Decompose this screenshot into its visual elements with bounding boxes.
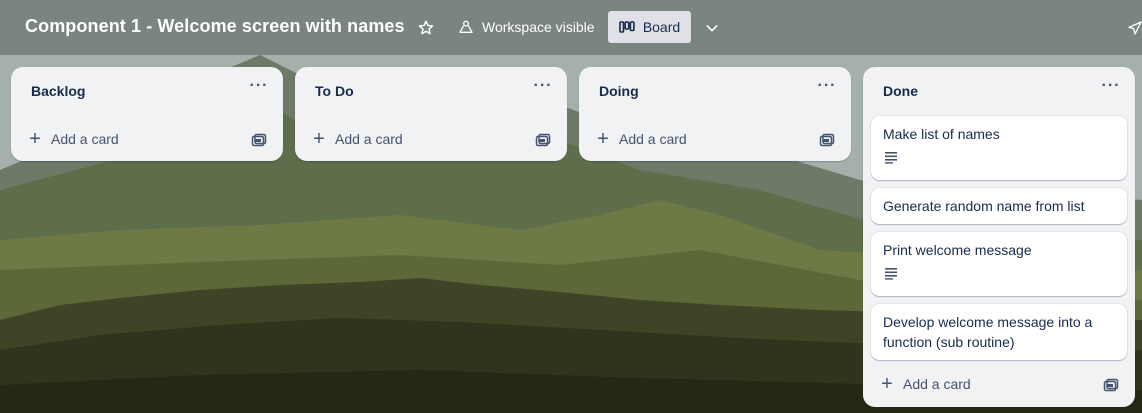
list-backlog: Backlog ··· + Add a card <box>11 67 283 161</box>
card-title: Make list of names <box>883 126 1000 142</box>
description-icon <box>885 152 897 164</box>
view-switcher-button[interactable] <box>700 16 724 40</box>
list-todo: To Do ··· + Add a card <box>295 67 567 161</box>
add-card-label: Add a card <box>51 131 119 147</box>
visibility-button[interactable]: Workspace visible <box>452 12 601 42</box>
board-title[interactable]: Component 1 - Welcome screen with names <box>25 16 405 37</box>
plus-icon: + <box>881 373 893 395</box>
card-template-icon[interactable] <box>819 133 835 149</box>
card-item[interactable]: Print welcome message <box>871 232 1127 296</box>
plus-icon: + <box>29 128 41 150</box>
board-view-icon <box>619 21 635 33</box>
board-header: Component 1 - Welcome screen with names … <box>0 0 1142 55</box>
add-card-button[interactable]: + Add a card <box>311 128 403 150</box>
plus-icon: + <box>597 128 609 150</box>
star-button[interactable] <box>414 16 438 40</box>
star-icon <box>418 20 434 35</box>
list-menu-button[interactable]: ··· <box>249 78 269 99</box>
list-title[interactable]: To Do <box>315 83 354 99</box>
card-template-icon[interactable] <box>1103 378 1119 394</box>
list-done: Done ··· Make list of names Generate ran… <box>863 67 1135 407</box>
card-item[interactable]: Make list of names <box>871 116 1127 180</box>
share-button[interactable] <box>1124 17 1142 39</box>
card-item[interactable]: Develop welcome message into a function … <box>871 304 1127 360</box>
add-card-label: Add a card <box>335 131 403 147</box>
card-title: Print welcome message <box>883 242 1032 258</box>
list-menu-button[interactable]: ··· <box>817 78 837 99</box>
card-template-icon[interactable] <box>251 133 267 149</box>
list-menu-button[interactable]: ··· <box>533 78 553 99</box>
list-doing: Doing ··· + Add a card <box>579 67 851 161</box>
visibility-label: Workspace visible <box>482 19 595 35</box>
add-card-label: Add a card <box>903 376 971 392</box>
card-title: Generate random name from list <box>883 198 1085 214</box>
add-card-button[interactable]: + Add a card <box>879 373 971 395</box>
add-card-button[interactable]: + Add a card <box>595 128 687 150</box>
list-title[interactable]: Backlog <box>31 83 85 99</box>
chevron-down-icon <box>706 25 718 32</box>
board-view-button[interactable]: Board <box>608 11 691 43</box>
board-view-label: Board <box>642 19 681 35</box>
list-menu-button[interactable]: ··· <box>1101 78 1121 99</box>
card-title: Develop welcome message into a function … <box>883 314 1093 350</box>
description-icon <box>885 268 897 280</box>
people-icon <box>459 20 473 33</box>
plus-icon: + <box>313 128 325 150</box>
list-title[interactable]: Done <box>883 83 918 99</box>
add-card-label: Add a card <box>619 131 687 147</box>
card-template-icon[interactable] <box>535 133 551 149</box>
add-card-button[interactable]: + Add a card <box>27 128 119 150</box>
send-icon <box>1128 21 1142 35</box>
card-item[interactable]: Generate random name from list <box>871 188 1127 224</box>
list-title[interactable]: Doing <box>599 83 639 99</box>
